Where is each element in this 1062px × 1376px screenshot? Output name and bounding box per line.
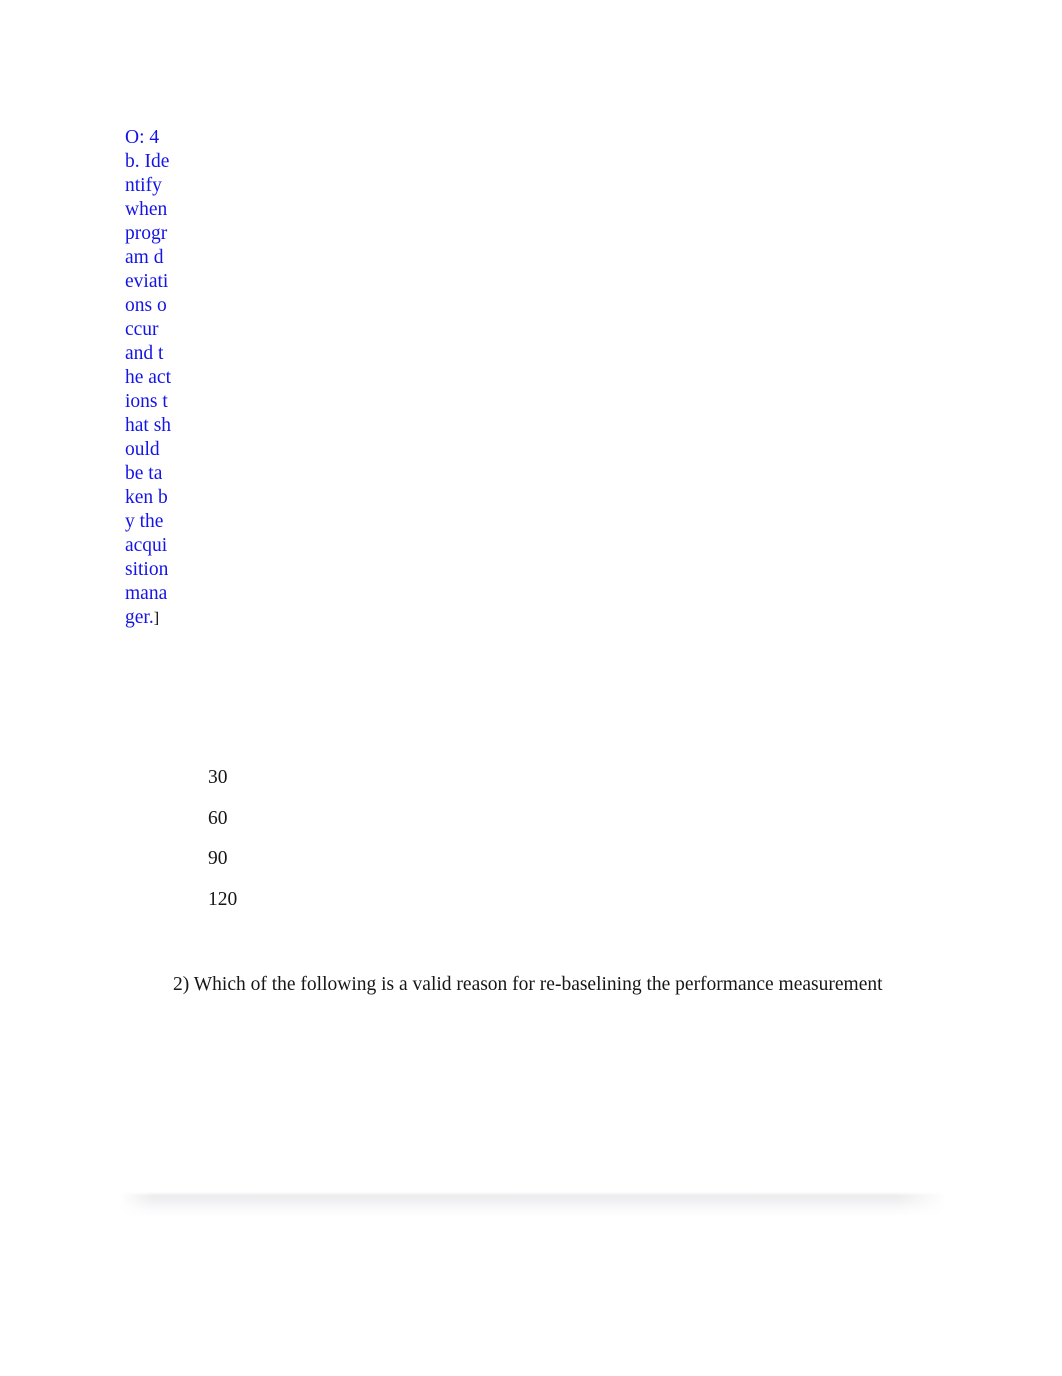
learning-objective-block: O: 4b. Identify when program deviations … bbox=[125, 126, 172, 630]
page-divider-shadow bbox=[120, 1192, 946, 1218]
document-page: O: 4b. Identify when program deviations … bbox=[0, 0, 1062, 1376]
answer-option[interactable]: 90 bbox=[208, 848, 608, 889]
answer-option[interactable]: 60 bbox=[208, 808, 608, 849]
learning-objective-text: O: 4b. Identify when program deviations … bbox=[125, 127, 172, 628]
question-text: 2) Which of the following is a valid rea… bbox=[173, 974, 883, 995]
answer-options-list: 30 60 90 120 bbox=[208, 767, 608, 929]
learning-objective-closing-bracket: ] bbox=[153, 610, 160, 627]
answer-option[interactable]: 30 bbox=[208, 767, 608, 808]
answer-option[interactable]: 120 bbox=[208, 889, 608, 930]
